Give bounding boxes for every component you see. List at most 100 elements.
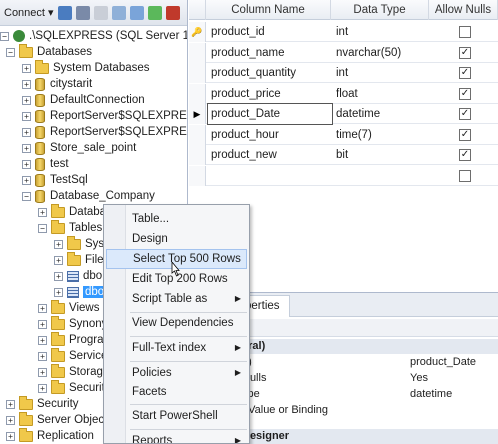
tree-node-server[interactable]: −.\SQLEXPRESS (SQL Server 12.0.2000 - CI… (0, 28, 187, 44)
expand-icon[interactable]: + (22, 111, 31, 121)
expand-icon[interactable]: + (22, 143, 31, 153)
allow-nulls-checkbox[interactable] (459, 169, 471, 182)
expand-icon[interactable]: + (22, 127, 31, 137)
register-server-icon[interactable] (57, 5, 72, 20)
grid-row[interactable]: product_new bit ✓ (189, 145, 498, 165)
row-selector[interactable] (189, 165, 206, 186)
stop-icon[interactable] (93, 5, 108, 20)
tree-node-database-company[interactable]: − Database_Company (22, 188, 155, 204)
menu-item-full-text-index[interactable]: Full-Text index ▶ (106, 338, 247, 358)
tree-node-views[interactable]: + Views (38, 299, 99, 316)
collapse-icon[interactable]: − (38, 223, 47, 233)
property-category-general[interactable]: eral) (240, 339, 498, 354)
tree-node-server-objects[interactable]: + Server Objects (6, 411, 113, 428)
expand-icon[interactable]: + (22, 175, 31, 185)
column-name-cell[interactable]: product_price (211, 84, 331, 104)
menu-item-new-table[interactable]: Table... (106, 209, 247, 229)
row-selector[interactable] (189, 63, 206, 83)
disconnect-icon[interactable] (75, 5, 90, 20)
menu-item-design[interactable]: Design (106, 229, 247, 249)
data-type-cell[interactable]: nvarchar(50) (336, 43, 428, 63)
data-type-cell[interactable]: time(7) (336, 125, 428, 145)
tree-node-database[interactable]: + citystarit (22, 76, 92, 92)
tree-node-storage[interactable]: + Storage (38, 363, 109, 380)
allow-nulls-checkbox[interactable] (459, 26, 471, 38)
column-name-cell[interactable]: product_new (211, 145, 331, 165)
tree-node-db-security[interactable]: + Security (38, 379, 111, 396)
tree-node-database[interactable]: + ReportServer$SQLEXPRESS (22, 108, 187, 124)
grid-row[interactable]: ▶ product_Date datetime ✓ (189, 103, 498, 125)
grid-row[interactable]: 🔑 product_id int (189, 22, 498, 42)
column-name-cell[interactable]: product_quantity (211, 63, 331, 83)
connect-button[interactable]: Connect ▾ (4, 6, 54, 19)
allow-nulls-checkbox[interactable]: ✓ (459, 67, 471, 79)
expand-icon[interactable]: + (22, 159, 31, 169)
filter-settings-icon[interactable] (129, 5, 144, 20)
collapse-icon[interactable]: − (6, 47, 15, 57)
data-type-cell[interactable]: int (336, 22, 428, 42)
expand-icon[interactable]: + (38, 383, 47, 393)
property-row[interactable]: ype datetime (240, 387, 498, 402)
allow-nulls-checkbox[interactable]: ✓ (459, 87, 471, 100)
data-type-cell[interactable]: int (336, 63, 428, 83)
expand-icon[interactable]: + (54, 271, 63, 281)
menu-item-script-table-as[interactable]: Script Table as ▶ (106, 289, 247, 309)
data-type-cell[interactable] (336, 166, 428, 186)
tree-node-tables[interactable]: − Tables (38, 219, 102, 236)
expand-icon[interactable]: + (54, 287, 63, 297)
filter-icon[interactable] (111, 5, 126, 20)
current-row-arrow-icon[interactable]: ▶ (189, 104, 206, 124)
column-name-cell[interactable]: product_name (211, 43, 331, 63)
tree-node-database[interactable]: + Store_sale_point (22, 140, 136, 156)
expand-icon[interactable]: + (38, 319, 47, 329)
expand-icon[interactable]: + (38, 303, 47, 313)
allow-nulls-checkbox[interactable]: ✓ (459, 46, 471, 59)
expand-icon[interactable]: + (22, 63, 31, 73)
column-name-cell[interactable]: product_hour (211, 125, 331, 145)
expand-icon[interactable]: + (22, 79, 31, 89)
data-type-cell[interactable]: float (336, 84, 428, 104)
property-row[interactable]: e)product_Date (240, 355, 498, 370)
row-selector[interactable] (189, 145, 206, 165)
tree-node-database[interactable]: + test (22, 156, 69, 172)
menu-item-policies[interactable]: Policies ▶ (106, 363, 247, 383)
column-name-cell[interactable] (211, 166, 331, 186)
menu-item-facets[interactable]: Facets (106, 382, 247, 402)
grid-row[interactable]: product_quantity int ✓ (189, 63, 498, 83)
row-selector[interactable] (189, 42, 206, 63)
row-selector[interactable] (189, 124, 206, 145)
tree-node-databases[interactable]: − Databases (6, 43, 92, 60)
expand-icon[interactable]: + (38, 367, 47, 377)
allow-nulls-checkbox[interactable]: ✓ (459, 128, 471, 141)
expand-icon[interactable]: + (6, 399, 15, 409)
column-name-cell[interactable]: product_id (211, 22, 331, 42)
expand-icon[interactable]: + (38, 335, 47, 345)
tree-node-database[interactable]: +ReportServer$SQLEXPRESSTempD (22, 124, 187, 140)
expand-icon[interactable]: + (54, 255, 63, 265)
refresh-icon[interactable] (147, 5, 162, 20)
tree-node-security[interactable]: + Security (6, 395, 79, 412)
grid-row[interactable]: product_name nvarchar(50) ✓ (189, 42, 498, 63)
expand-icon[interactable]: + (38, 351, 47, 361)
expand-icon[interactable]: + (6, 415, 15, 425)
row-selector[interactable] (189, 83, 206, 104)
column-name-cell[interactable]: product_Date (207, 103, 333, 125)
data-type-cell[interactable]: bit (336, 145, 428, 165)
tree-node-database[interactable]: + TestSql (22, 172, 88, 188)
tree-node-replication[interactable]: + Replication (6, 427, 94, 444)
activity-monitor-icon[interactable] (165, 5, 180, 20)
property-row[interactable]: t Value or Binding (240, 403, 498, 418)
expand-icon[interactable]: + (38, 207, 47, 217)
tree-node-database[interactable]: + DefaultConnection (22, 92, 145, 108)
collapse-icon[interactable]: − (0, 31, 9, 41)
primary-key-icon[interactable]: 🔑 (189, 22, 206, 42)
expand-icon[interactable]: + (54, 239, 63, 249)
allow-nulls-checkbox[interactable]: ✓ (459, 108, 471, 120)
expand-icon[interactable]: + (22, 95, 31, 105)
menu-item-start-powershell[interactable]: Start PowerShell (106, 406, 247, 426)
expand-icon[interactable]: + (6, 431, 15, 441)
allow-nulls-checkbox[interactable]: ✓ (459, 149, 471, 161)
collapse-icon[interactable]: − (22, 191, 31, 201)
menu-item-view-dependencies[interactable]: View Dependencies (106, 313, 247, 333)
property-category-designer[interactable]: Designer (240, 429, 498, 444)
